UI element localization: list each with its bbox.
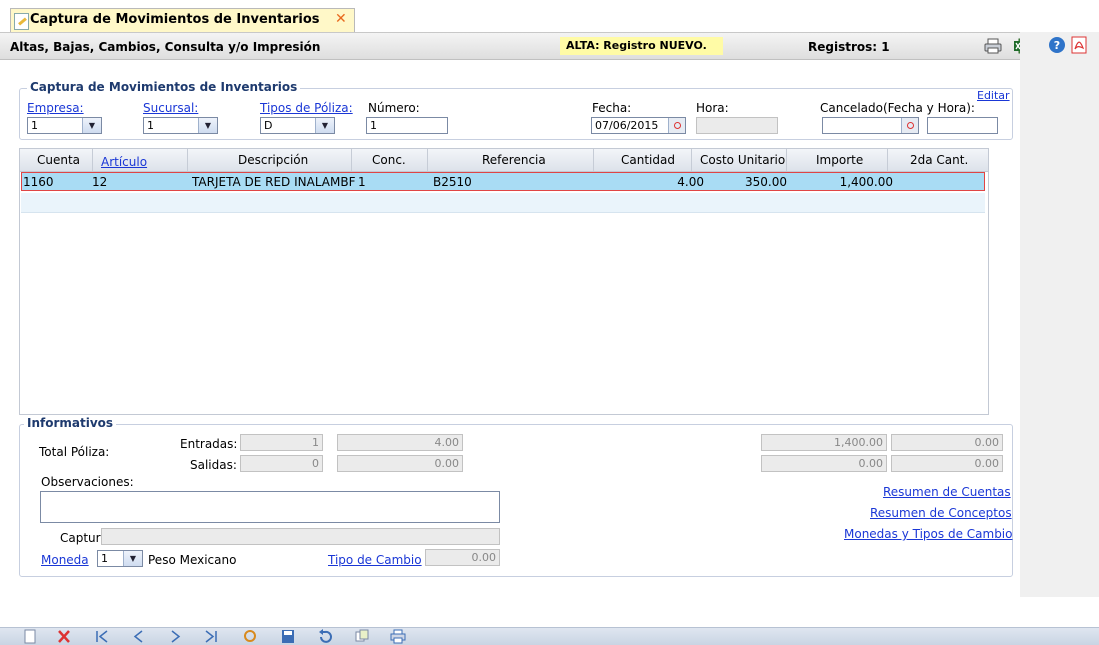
new-icon[interactable] <box>22 629 38 644</box>
observaciones-label: Observaciones: <box>41 475 134 489</box>
info-legend: Informativos <box>24 416 117 430</box>
editar-link[interactable]: Editar <box>977 89 1010 102</box>
col-cuenta[interactable]: Cuenta <box>37 153 80 167</box>
tipo-cambio-link[interactable]: Tipo de Cambio <box>328 553 422 567</box>
entradas-extra: 0.00 <box>891 434 1003 451</box>
total-poliza-label: Total Póliza: <box>39 445 110 459</box>
search-icon[interactable] <box>243 629 259 644</box>
cell-cantidad: 4.00 <box>677 175 704 189</box>
capturo-input <box>101 528 500 545</box>
chevron-down-icon: ▼ <box>82 118 101 133</box>
tab-captura[interactable]: Captura de Movimientos de Inventarios ✕ <box>10 8 355 32</box>
document-edit-icon <box>14 13 29 30</box>
entradas-qty: 4.00 <box>337 434 463 451</box>
capture-legend: Captura de Movimientos de Inventarios <box>27 80 301 94</box>
last-icon[interactable] <box>203 629 219 644</box>
bottom-toolbar <box>0 627 1099 645</box>
empresa-select[interactable]: 1 ▼ <box>27 117 102 134</box>
help-icon[interactable]: ? <box>1048 36 1066 54</box>
status-badge: ALTA: Registro NUEVO. <box>560 37 723 55</box>
cell-costo: 350.00 <box>745 175 787 189</box>
salidas-label: Salidas: <box>190 458 237 472</box>
calendar-icon[interactable] <box>668 118 685 133</box>
movements-table: Cuenta Artículo Descripción Conc. Refere… <box>19 148 989 415</box>
numero-input[interactable]: 1 <box>366 117 448 134</box>
hora-input[interactable] <box>696 117 778 134</box>
monedas-tipos-link[interactable]: Monedas y Tipos de Cambio <box>844 527 1013 541</box>
tab-title: Captura de Movimientos de Inventarios <box>30 12 320 27</box>
moneda-name: Peso Mexicano <box>148 553 237 567</box>
col-cantidad[interactable]: Cantidad <box>621 153 675 167</box>
moneda-link[interactable]: Moneda <box>41 553 89 567</box>
delete-icon[interactable] <box>56 629 72 644</box>
tipos-poliza-select[interactable]: D ▼ <box>260 117 335 134</box>
right-panel: ? <box>1020 32 1099 597</box>
chevron-down-icon: ▼ <box>315 118 334 133</box>
chevron-down-icon: ▼ <box>198 118 217 133</box>
header-bar: Altas, Bajas, Cambios, Consulta y/o Impr… <box>0 32 1030 60</box>
resumen-conceptos-link[interactable]: Resumen de Conceptos <box>870 506 1012 520</box>
undo-icon[interactable] <box>317 629 333 644</box>
cancelado-date-input[interactable] <box>822 117 919 134</box>
page-subtitle: Altas, Bajas, Cambios, Consulta y/o Impr… <box>10 40 321 54</box>
save-icon[interactable] <box>280 629 296 644</box>
col-referencia[interactable]: Referencia <box>482 153 546 167</box>
chevron-down-icon: ▼ <box>123 551 142 566</box>
cell-descripcion: TARJETA DE RED INALAMBF <box>192 175 356 189</box>
table-header: Cuenta Artículo Descripción Conc. Refere… <box>20 149 988 172</box>
table-row-empty[interactable] <box>21 193 985 213</box>
hora-label: Hora: <box>696 101 729 115</box>
cancelado-label: Cancelado(Fecha y Hora): <box>820 101 975 115</box>
cell-conc: 1 <box>358 175 366 189</box>
cell-importe: 1,400.00 <box>839 175 893 189</box>
calendar-icon[interactable] <box>901 118 918 133</box>
fecha-label: Fecha: <box>592 101 632 115</box>
moneda-select[interactable]: 1 ▼ <box>97 550 143 567</box>
salidas-qty: 0.00 <box>337 455 463 472</box>
cell-referencia: B2510 <box>433 175 472 189</box>
cell-articulo: 12 <box>92 175 108 189</box>
svg-text:?: ? <box>1054 39 1060 52</box>
records-count: Registros: 1 <box>808 40 890 54</box>
copy-icon[interactable] <box>354 629 370 644</box>
col-descripcion[interactable]: Descripción <box>238 153 308 167</box>
entradas-count: 1 <box>240 434 323 451</box>
table-row[interactable]: 1160 12 TARJETA DE RED INALAMBF 1 B2510 … <box>21 172 985 191</box>
entradas-label: Entradas: <box>180 437 238 451</box>
next-icon[interactable] <box>167 629 183 644</box>
col-segunda-cant[interactable]: 2da Cant. <box>910 153 968 167</box>
cancelado-time-input[interactable] <box>927 117 998 134</box>
salidas-count: 0 <box>240 455 323 472</box>
close-tab-icon[interactable]: ✕ <box>335 11 347 27</box>
col-articulo[interactable]: Artículo <box>101 155 147 169</box>
col-importe[interactable]: Importe <box>816 153 863 167</box>
col-conc[interactable]: Conc. <box>372 153 406 167</box>
sucursal-select[interactable]: 1 ▼ <box>143 117 218 134</box>
empresa-link[interactable]: Empresa: <box>27 101 84 115</box>
tipos-poliza-link[interactable]: Tipos de Póliza: <box>260 101 353 115</box>
sucursal-link[interactable]: Sucursal: <box>143 101 198 115</box>
first-icon[interactable] <box>94 629 110 644</box>
print-icon[interactable] <box>984 37 1002 55</box>
numero-label: Número: <box>368 101 420 115</box>
entradas-importe: 1,400.00 <box>761 434 887 451</box>
resumen-cuentas-link[interactable]: Resumen de Cuentas <box>883 485 1011 499</box>
print-icon[interactable] <box>390 629 406 644</box>
pdf-icon[interactable] <box>1070 36 1088 54</box>
salidas-extra: 0.00 <box>891 455 1003 472</box>
cell-cuenta: 1160 <box>23 175 54 189</box>
observaciones-input[interactable] <box>40 491 500 523</box>
fecha-input[interactable]: 07/06/2015 <box>591 117 686 134</box>
salidas-importe: 0.00 <box>761 455 887 472</box>
col-costo-unitario[interactable]: Costo Unitario <box>700 153 785 167</box>
tipo-cambio-input: 0.00 <box>425 549 500 566</box>
previous-icon[interactable] <box>131 629 147 644</box>
